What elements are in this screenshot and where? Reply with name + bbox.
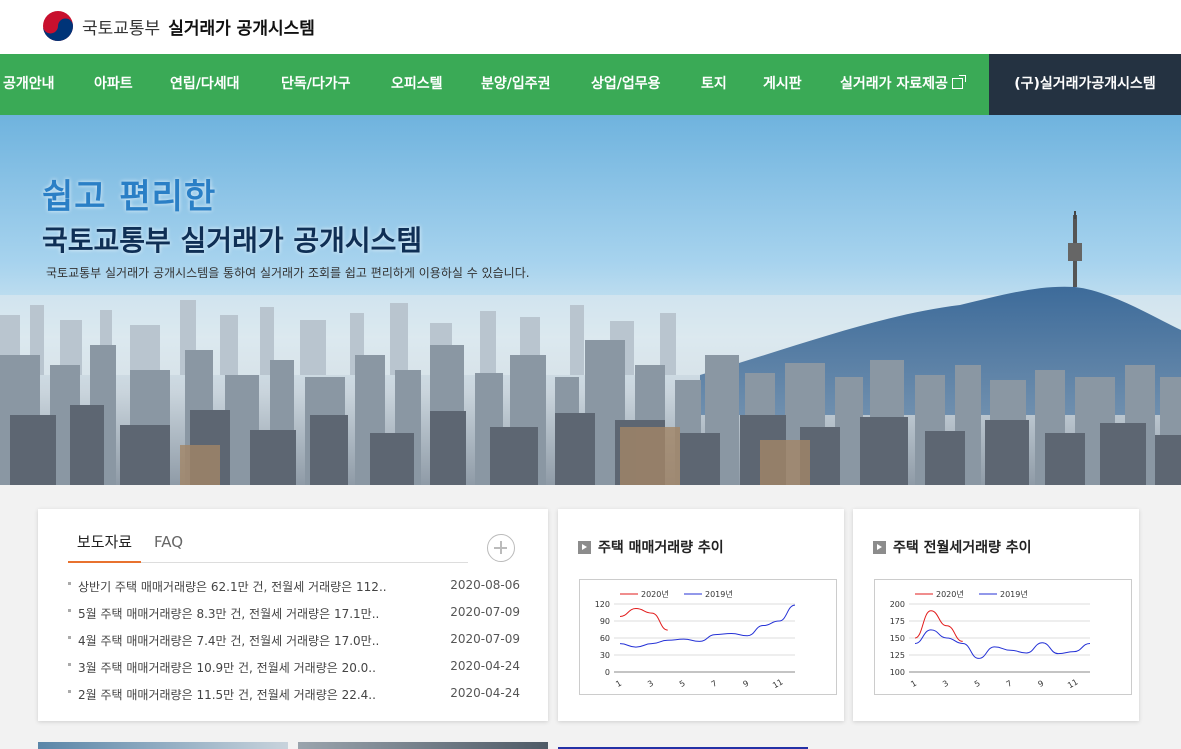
news-title: 상반기 주택 매매거래량은 62.1만 건, 전월세 거래량은 112.. (78, 580, 387, 594)
chart-frame: 2020년 2019년 200 175 150 125 100 1 3 5 7 9 11 (874, 579, 1132, 695)
list-item[interactable]: 상반기 주택 매매거래량은 62.1만 건, 전월세 거래량은 112.. 20… (68, 578, 520, 598)
bullet-icon (68, 609, 71, 612)
nav-item-officetel[interactable]: 오피스텔 (391, 54, 443, 115)
y-tick-label: 125 (890, 651, 905, 660)
teaser-image-1[interactable] (38, 742, 288, 749)
hero-title-easy: 쉽고 편리한 (42, 177, 217, 217)
hero-description: 국토교통부 실거래가 공개시스템을 통하여 실거래가 조회를 쉽고 편리하게 이… (46, 266, 530, 280)
nav-item-presale-rights[interactable]: 분양/입주권 (481, 54, 551, 115)
list-item[interactable]: 3월 주택 매매거래량은 10.9만 건, 전월세 거래량은 20.0.. 20… (68, 659, 520, 679)
y-tick-label: 100 (890, 668, 905, 677)
nav-item-apartment[interactable]: 아파트 (94, 54, 133, 115)
teaser-image-2[interactable] (298, 742, 548, 749)
x-tick-label: 9 (742, 679, 751, 689)
ministry-logo[interactable]: 국토교통부 실거래가 공개시스템 (42, 10, 315, 42)
news-title: 2월 주택 매매거래량은 11.5만 건, 전월세 거래량은 22.4.. (78, 688, 376, 702)
y-tick-label: 175 (890, 617, 905, 626)
news-date: 2020-08-06 (450, 578, 520, 592)
chart-heading[interactable]: 주택 매매거래량 추이 (578, 537, 724, 557)
news-title: 5월 주택 매매거래량은 8.3만 건, 전월세 거래량은 17.1만.. (78, 607, 380, 621)
list-item[interactable]: 2월 주택 매매거래량은 11.5만 건, 전월세 거래량은 22.4.. 20… (68, 686, 520, 706)
news-date: 2020-07-09 (450, 632, 520, 646)
arrow-right-icon (873, 540, 886, 554)
nav-item-detached-house[interactable]: 단독/다가구 (281, 54, 351, 115)
news-title: 4월 주택 매매거래량은 7.4만 건, 전월세 거래량은 17.0만.. (78, 634, 380, 648)
legend-label: 2019년 (1000, 589, 1028, 599)
system-name: 실거래가 공개시스템 (168, 18, 315, 39)
list-item[interactable]: 4월 주택 매매거래량은 7.4만 건, 전월세 거래량은 17.0만.. 20… (68, 632, 520, 652)
x-tick-label: 7 (1005, 679, 1014, 689)
y-tick-label: 60 (600, 634, 610, 643)
news-title: 3월 주택 매매거래량은 10.9만 건, 전월세 거래량은 20.0.. (78, 661, 376, 675)
y-tick-label: 90 (600, 617, 610, 626)
series-line-2020 (914, 610, 963, 642)
x-tick-label: 7 (710, 679, 719, 689)
legend-label: 2020년 (641, 589, 669, 599)
tab-press-release[interactable]: 보도자료 (68, 531, 141, 563)
chart-frame: 2020년 2019년 120 90 60 30 0 1 3 5 7 9 11 (579, 579, 837, 695)
news-date: 2020-04-24 (450, 686, 520, 700)
legend-label: 2020년 (936, 589, 964, 599)
x-tick-label: 1 (909, 679, 918, 689)
x-tick-label: 5 (678, 679, 687, 689)
y-tick-label: 30 (600, 651, 610, 660)
legend-label: 2019년 (705, 589, 733, 599)
x-tick-label: 11 (771, 677, 784, 690)
x-tick-label: 3 (646, 679, 655, 689)
series-line-2019 (914, 629, 1091, 659)
lease-volume-chart: 2020년 2019년 200 175 150 125 100 1 3 5 7 9 11 (890, 589, 1091, 690)
hero-title-system: 국토교통부 실거래가 공개시스템 (42, 224, 423, 257)
series-line-2020 (619, 608, 668, 631)
legacy-system-link[interactable]: (구)실거래가공개시스템 (989, 54, 1181, 115)
sales-volume-chart-panel: 주택 매매거래량 추이 2020년 2019년 120 90 60 30 0 1 3 5 7 9 11 (558, 509, 844, 721)
bullet-icon (68, 636, 71, 639)
news-date: 2020-04-24 (450, 659, 520, 673)
news-date: 2020-07-09 (450, 605, 520, 619)
nav-item-townhouse[interactable]: 연립/다세대 (170, 54, 240, 115)
x-tick-label: 3 (941, 679, 950, 689)
press-release-panel: 보도자료 FAQ 상반기 주택 매매거래량은 62.1만 건, 전월세 거래량은… (38, 509, 548, 721)
y-tick-label: 150 (890, 634, 905, 643)
chart-title: 주택 전월세거래량 추이 (893, 540, 1032, 556)
bullet-icon (68, 663, 71, 666)
bullet-icon (68, 690, 71, 693)
more-plus-button[interactable] (487, 534, 515, 562)
chart-title: 주택 매매거래량 추이 (598, 540, 724, 556)
chart-heading[interactable]: 주택 전월세거래량 추이 (873, 537, 1032, 557)
y-tick-label: 200 (890, 600, 905, 609)
hero-banner: 쉽고 편리한 국토교통부 실거래가 공개시스템 국토교통부 실거래가 공개시스템… (0, 115, 1181, 485)
nav-item-commercial[interactable]: 상업/업무용 (591, 54, 661, 115)
list-item[interactable]: 5월 주택 매매거래량은 8.3만 건, 전월세 거래량은 17.1만.. 20… (68, 605, 520, 625)
bullet-icon (68, 582, 71, 585)
x-tick-label: 9 (1037, 679, 1046, 689)
main-nav: 공개안내 아파트 연립/다세대 단독/다가구 오피스텔 분양/입주권 상업/업무… (0, 54, 1181, 115)
news-tabs: 보도자료 FAQ (68, 531, 468, 563)
y-tick-label: 120 (595, 600, 610, 609)
y-tick-label: 0 (605, 668, 610, 677)
x-tick-label: 5 (973, 679, 982, 689)
top-header: 국토교통부 실거래가 공개시스템 (0, 0, 1181, 54)
tab-faq[interactable]: FAQ (154, 531, 183, 563)
nav-item-disclosure-guide[interactable]: 공개안내 (3, 54, 55, 115)
taegeuk-emblem-icon (43, 11, 73, 41)
nav-item-data-provision-label: 실거래가 자료제공 (840, 76, 948, 92)
nav-item-data-provision[interactable]: 실거래가 자료제공 (840, 54, 966, 115)
nav-item-board[interactable]: 게시판 (763, 54, 802, 115)
ministry-name: 국토교통부 (82, 18, 161, 39)
sales-volume-chart: 2020년 2019년 120 90 60 30 01 3 5 7 9 11 (595, 589, 796, 690)
nav-item-land[interactable]: 토지 (701, 54, 727, 115)
external-link-icon (951, 75, 966, 89)
x-tick-label: 1 (614, 679, 623, 689)
lease-volume-chart-panel: 주택 전월세거래량 추이 2020년 2019년 200 175 150 125 100 1 3… (853, 509, 1139, 721)
arrow-right-icon (578, 540, 591, 554)
x-tick-label: 11 (1066, 677, 1079, 690)
